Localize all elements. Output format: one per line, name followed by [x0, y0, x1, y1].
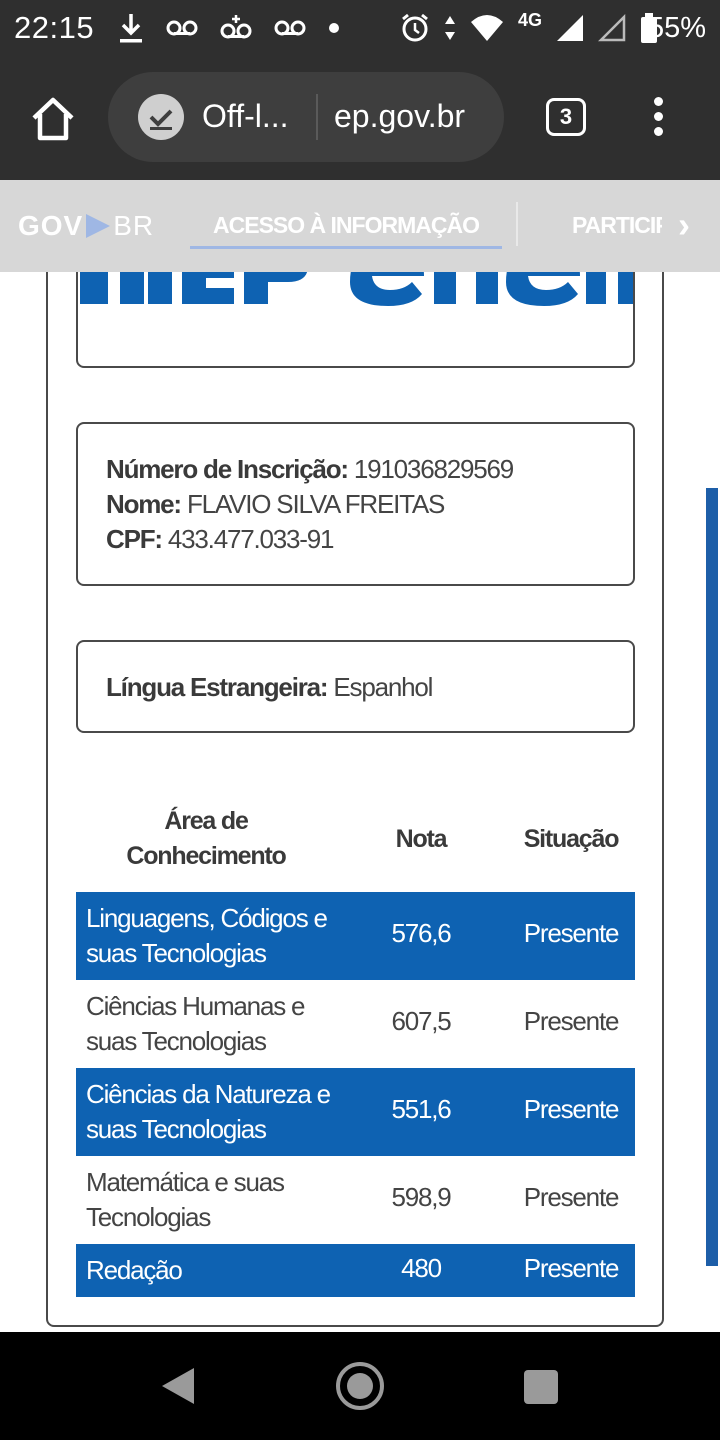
- system-icons: 4G: [400, 10, 658, 46]
- wifi-icon: [471, 15, 503, 41]
- header-nota: Nota: [395, 825, 448, 853]
- cpf-line: CPF: 433.477.033-91: [106, 522, 633, 557]
- page-title: Off-l...: [202, 98, 289, 134]
- grades-table: Linguagens, Códigos e suas Tecnologias 5…: [76, 892, 635, 1297]
- url-domain: ep.gov.br: [334, 98, 466, 134]
- page-content: Número de Inscrição: 191036829569 Nome: …: [0, 272, 720, 1332]
- data-arrows-icon: [445, 16, 455, 40]
- inscricao-label: Número de Inscrição:: [106, 454, 349, 484]
- inscricao-line: Número de Inscrição: 191036829569: [106, 452, 633, 487]
- screen: 22:15 4G 55% Off-l... ep.gov.br 3 GOV BR…: [0, 0, 720, 1440]
- browser-toolbar: Off-l... ep.gov.br 3: [0, 56, 720, 180]
- tab-switcher-button[interactable]: 3: [546, 98, 586, 136]
- govbr-logo-gov: GOV: [18, 210, 84, 241]
- table-row: Ciências Humanas e suas Tecnologias 607,…: [76, 980, 635, 1068]
- cell-situacao: Presente: [523, 918, 620, 948]
- logo-box: [76, 272, 635, 368]
- inep-enem-logo: [80, 272, 633, 306]
- signal-empty-icon: [598, 14, 626, 42]
- scrollbar-thumb[interactable]: [706, 488, 718, 1266]
- cell-nota: 551,6: [391, 1094, 451, 1124]
- voicemail-icon: [166, 20, 198, 36]
- active-tab-indicator: [190, 246, 502, 249]
- notification-icons: [118, 10, 340, 46]
- govbr-logo-br: BR: [113, 210, 155, 241]
- cell-nota: 598,9: [391, 1182, 451, 1212]
- govbr-navbar: GOV BR ACESSO À INFORMAÇÃO PARTICIPE ›: [0, 180, 720, 272]
- lingua-line: Língua Estrangeira: Espanhol: [106, 670, 633, 705]
- header-area: Área de Conhecimento: [126, 807, 286, 870]
- status-time: 22:15: [14, 10, 95, 45]
- cell-nota: 576,6: [391, 918, 451, 948]
- dot-icon: [329, 23, 339, 33]
- home-circle-icon[interactable]: [336, 1362, 384, 1410]
- cell-area: Matemática e suas Tecnologias: [86, 1167, 285, 1232]
- chevron-right-icon[interactable]: ›: [678, 204, 690, 246]
- table-row: Ciências da Natureza e suas Tecnologias …: [76, 1068, 635, 1156]
- table-row: Linguagens, Códigos e suas Tecnologias 5…: [76, 892, 635, 980]
- recents-icon[interactable]: [524, 1370, 558, 1404]
- home-icon[interactable]: [28, 94, 78, 144]
- network-type: 4G: [518, 10, 543, 30]
- offline-page-icon: [138, 94, 184, 140]
- tab-acesso-informacao[interactable]: ACESSO À INFORMAÇÃO: [190, 212, 502, 239]
- nav-divider: [516, 202, 518, 246]
- lingua-label: Língua Estrangeira:: [106, 672, 329, 702]
- overflow-menu-icon[interactable]: [648, 94, 668, 142]
- govbr-arrow-icon: [86, 213, 111, 238]
- system-nav-bar: [0, 1332, 720, 1440]
- cell-area: Linguagens, Códigos e suas Tecnologias: [86, 903, 328, 968]
- cell-situacao: Presente: [523, 1253, 620, 1283]
- grades-header: Área de Conhecimento Nota Situação: [76, 802, 635, 892]
- lingua-value: Espanhol: [333, 672, 433, 702]
- cpf-value: 433.477.033-91: [167, 524, 335, 554]
- cell-area: Redação: [86, 1255, 183, 1285]
- url-separator: [316, 94, 318, 140]
- table-row: Matemática e suas Tecnologias 598,9 Pres…: [76, 1156, 635, 1244]
- govbr-logo[interactable]: GOV BR: [18, 210, 154, 242]
- alarm-icon: [402, 13, 428, 42]
- cell-area: Ciências Humanas e suas Tecnologias: [86, 991, 305, 1056]
- battery-level: 55%: [647, 12, 706, 44]
- cell-nota: 607,5: [391, 1006, 451, 1036]
- tab-participe[interactable]: PARTICIPE: [572, 212, 662, 239]
- voicemail-plus-icon: [220, 15, 252, 39]
- voicemail-icon: [274, 20, 306, 36]
- inscricao-value: 191036829569: [353, 454, 514, 484]
- back-icon[interactable]: [162, 1368, 194, 1404]
- cell-area: Ciências da Natureza e suas Tecnologias: [86, 1079, 331, 1144]
- cell-nota: 480: [401, 1253, 442, 1283]
- url-bar[interactable]: Off-l... ep.gov.br: [108, 72, 504, 162]
- header-situacao: Situação: [523, 825, 620, 853]
- cell-situacao: Presente: [523, 1006, 620, 1036]
- nome-value: FLAVIO SILVA FREITAS: [186, 489, 445, 519]
- nome-line: Nome: FLAVIO SILVA FREITAS: [106, 487, 633, 522]
- cell-situacao: Presente: [523, 1182, 620, 1212]
- status-bar: 22:15 4G 55%: [0, 0, 720, 56]
- candidate-info-box: Número de Inscrição: 191036829569 Nome: …: [76, 422, 635, 586]
- cpf-label: CPF:: [106, 524, 163, 554]
- signal-icon: [557, 15, 584, 41]
- table-row: Redação 480 Presente: [76, 1244, 635, 1297]
- download-icon: [120, 14, 142, 43]
- cell-situacao: Presente: [523, 1094, 620, 1124]
- nome-label: Nome:: [106, 489, 182, 519]
- language-box: Língua Estrangeira: Espanhol: [76, 640, 635, 733]
